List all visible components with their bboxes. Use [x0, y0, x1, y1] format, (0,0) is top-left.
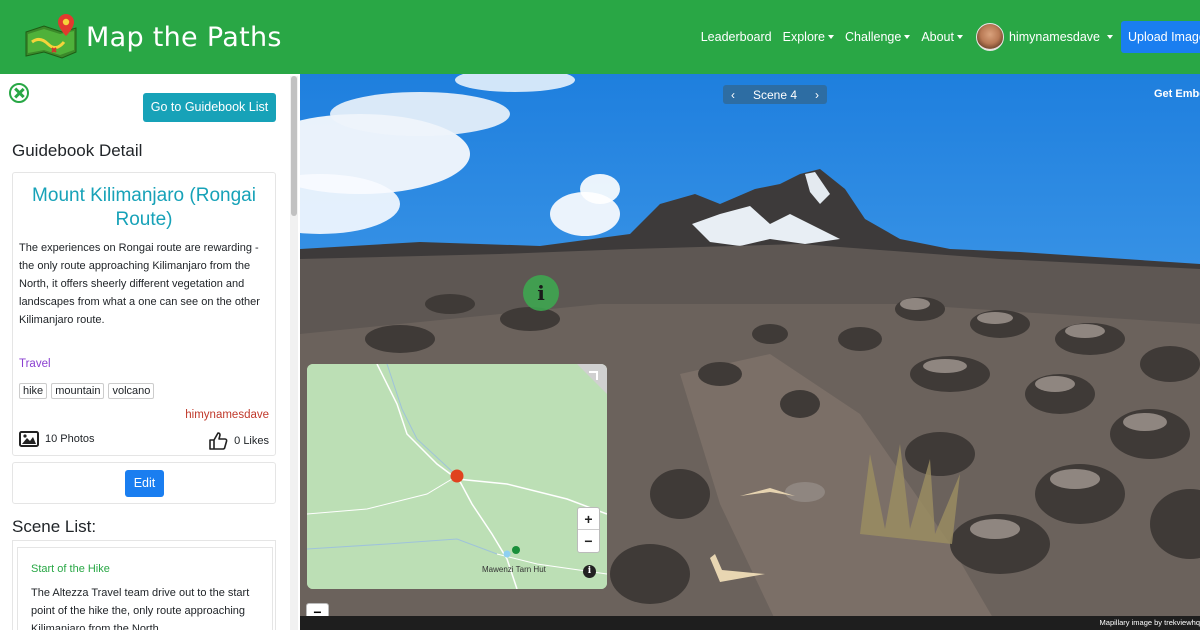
upload-image-button[interactable]: Upload Image	[1121, 21, 1200, 53]
tag-volcano[interactable]: volcano	[108, 383, 155, 399]
like-count[interactable]: 0 Likes	[208, 431, 269, 451]
chevron-left-icon[interactable]: ‹	[731, 88, 735, 102]
avatar	[975, 23, 1004, 51]
go-to-guidebook-list-button[interactable]: Go to Guidebook List	[143, 93, 276, 122]
scene-list-heading: Scene List:	[12, 517, 97, 536]
info-icon[interactable]: i	[523, 275, 559, 311]
thumbs-up-icon[interactable]	[208, 431, 228, 451]
like-count-label: 0 Likes	[234, 435, 269, 447]
close-icon[interactable]	[9, 83, 29, 103]
scene-description: The Altezza Travel team drive out to the…	[31, 587, 250, 630]
guidebook-category[interactable]: Travel	[19, 358, 51, 370]
guidebook-card: Mount Kilimanjaro (Rongai Route) The exp…	[12, 172, 276, 456]
caret-down-icon	[956, 35, 963, 39]
get-embed-button[interactable]: Get Embed	[1154, 88, 1200, 100]
nav-leaderboard-label: Leaderboard	[700, 30, 772, 44]
chevron-right-icon[interactable]: ›	[815, 88, 819, 102]
nav-leaderboard[interactable]: Leaderboard	[701, 30, 772, 44]
map-place-label: Mawenzi Tarn Hut	[482, 565, 546, 574]
sidebar-scroll-thumb[interactable]	[291, 76, 297, 216]
edit-section: Edit	[12, 462, 276, 504]
edit-button[interactable]: Edit	[125, 470, 164, 497]
photo-count: 10 Photos	[19, 431, 95, 447]
nav-explore-label: Explore	[782, 30, 826, 44]
guidebook-detail-heading: Guidebook Detail	[12, 141, 143, 160]
tag-hike[interactable]: hike	[19, 383, 48, 399]
app-title: Map the Paths	[86, 21, 282, 53]
nav-about-dropdown[interactable]: About	[921, 30, 963, 44]
user-menu[interactable]: himynamesdave	[975, 23, 1113, 51]
image-credit[interactable]: Mapillary image by trekviewhq	[1100, 618, 1200, 627]
tag-mountain[interactable]: mountain	[51, 383, 105, 399]
nav-challenge-label: Challenge	[845, 30, 902, 44]
photo-count-label: 10 Photos	[45, 433, 95, 445]
scene-label: Scene 4	[752, 87, 798, 102]
caret-down-icon	[904, 35, 911, 39]
nav-challenge-dropdown[interactable]: Challenge	[845, 30, 911, 44]
nav-menu: Leaderboard Explore Challenge About himy…	[701, 0, 1200, 74]
scene-navigator: ‹ Scene 4 ›	[723, 85, 827, 104]
app-root: Map the Paths Leaderboard Explore Challe…	[0, 0, 1200, 630]
map-pin-logo-icon	[22, 12, 80, 62]
zoom-out-button[interactable]: −	[578, 530, 599, 552]
username: himynamesdave	[1008, 30, 1100, 44]
panorama-viewer[interactable]: ‹ Scene 4 › Get Embed i +	[300, 74, 1200, 630]
scene-card-content[interactable]: Start of the Hike The Altezza Travel tea…	[17, 547, 273, 630]
guidebook-author[interactable]: himynamesdave	[185, 409, 269, 421]
map-attribution-info-icon[interactable]: i	[583, 565, 596, 578]
guidebook-title[interactable]: Mount Kilimanjaro (Rongai Route)	[13, 184, 275, 232]
caret-down-icon	[1107, 35, 1113, 39]
viewer-footer	[300, 616, 1200, 630]
tag-list: hike mountain volcano	[19, 383, 158, 399]
zoom-in-button[interactable]: +	[578, 508, 599, 530]
guidebook-description: The experiences on Rongai route are rewa…	[19, 242, 260, 326]
caret-down-icon	[828, 35, 835, 39]
scene-title[interactable]: Start of the Hike	[31, 563, 110, 575]
mini-map-tiles[interactable]	[307, 364, 607, 589]
mini-map[interactable]: + − Mawenzi Tarn Hut i	[307, 364, 607, 589]
zoom-control: + −	[577, 507, 600, 553]
nav-explore-dropdown[interactable]: Explore	[782, 30, 835, 44]
navbar: Map the Paths Leaderboard Explore Challe…	[0, 0, 1200, 74]
image-icon	[19, 431, 39, 447]
nav-about-label: About	[921, 30, 954, 44]
brand[interactable]: Map the Paths	[22, 12, 282, 62]
